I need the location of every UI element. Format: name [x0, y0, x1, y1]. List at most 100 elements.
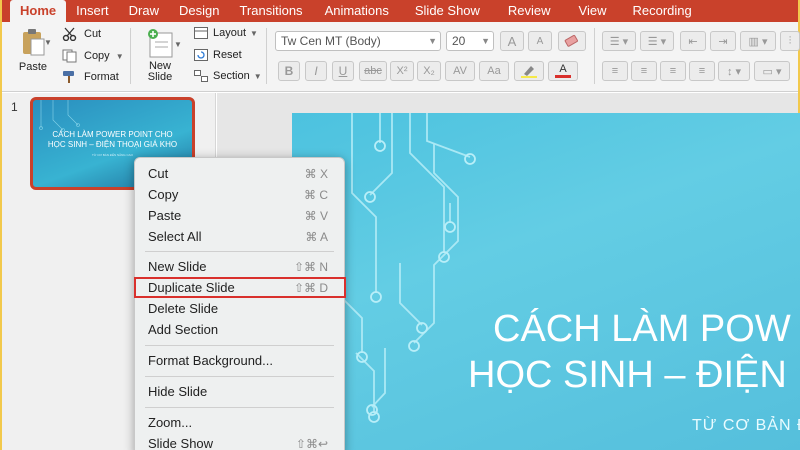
text-direction-icon: ⫶: [788, 34, 792, 47]
paste-button[interactable]: Paste: [12, 28, 54, 73]
new-slide-button[interactable]: New Slide: [140, 28, 180, 83]
paste-dropdown-icon[interactable]: ▼: [44, 38, 52, 47]
italic-button[interactable]: I: [305, 61, 327, 81]
tab-design[interactable]: Design: [169, 0, 229, 22]
tab-review[interactable]: Review: [494, 0, 565, 22]
layout-button[interactable]: Layout ▼: [194, 27, 258, 39]
clear-format-icon: [563, 34, 581, 48]
menu-item-select-all[interactable]: Select All ⌘ A: [135, 227, 344, 247]
menu-item-shortcut: ⇧⌘ N: [293, 260, 328, 274]
chevron-down-icon: ▼: [481, 36, 490, 46]
align-text-icon: ▭ ▾: [762, 65, 782, 78]
tab-transitions[interactable]: Transitions: [229, 0, 312, 22]
menu-item-shortcut: ⇧⌘↩: [295, 437, 328, 450]
tab-draw[interactable]: Draw: [119, 0, 169, 22]
text-direction-button[interactable]: ⫶: [780, 31, 800, 51]
menu-item-zoom[interactable]: Zoom...: [135, 413, 344, 433]
thumbnail-title-line-2: HỌC SINH – ĐIỆN THOẠI GIÁ KHO: [47, 140, 178, 149]
tab-slide-show[interactable]: Slide Show: [401, 0, 494, 22]
font-color-icon: A: [559, 63, 567, 75]
menu-item-copy[interactable]: Copy ⌘ C: [135, 185, 344, 205]
menu-item-hide-slide[interactable]: Hide Slide: [135, 382, 344, 402]
subscript-button[interactable]: X₂: [417, 61, 441, 81]
font-name-select[interactable]: Tw Cen MT (Body) ▼: [275, 31, 441, 51]
justify-icon: ≡: [698, 65, 706, 77]
copy-icon: [62, 49, 78, 63]
columns-icon: ▥ ▾: [748, 35, 768, 48]
menu-item-shortcut: ⌘ C: [304, 188, 328, 202]
change-case-button[interactable]: Aa: [479, 61, 509, 81]
section-label: Section: [213, 70, 250, 82]
tab-recording[interactable]: Recording: [621, 0, 704, 22]
menu-item-delete-slide[interactable]: Delete Slide: [135, 299, 344, 319]
font-size-value: 20: [452, 34, 466, 48]
format-painter-button[interactable]: Format: [62, 70, 119, 84]
menu-item-add-section[interactable]: Add Section: [135, 320, 344, 340]
line-spacing-button[interactable]: ↕ ▾: [718, 61, 750, 81]
slide-title-line-2: HỌC SINH – ĐIỆN: [468, 354, 787, 396]
shrink-font-button[interactable]: A: [528, 31, 552, 51]
grow-font-button[interactable]: A: [500, 31, 524, 51]
bullets-button[interactable]: ☰ ▾: [602, 31, 636, 51]
highlight-button[interactable]: [514, 61, 544, 81]
tab-view[interactable]: View: [565, 0, 621, 22]
underline-button[interactable]: U: [332, 61, 354, 81]
slide-editor[interactable]: CÁCH LÀM POW HỌC SINH – ĐIỆN TỪ CƠ BẢN Đ: [292, 113, 800, 450]
slide-title[interactable]: CÁCH LÀM POW HỌC SINH – ĐIỆN: [468, 306, 791, 398]
menu-item-label: Add Section: [148, 322, 219, 337]
slide-subtitle[interactable]: TỪ CƠ BẢN Đ: [692, 417, 800, 435]
shrink-font-icon: A: [536, 35, 544, 47]
reset-label: Reset: [213, 49, 242, 61]
menu-item-label: Slide Show: [148, 436, 214, 450]
copy-button[interactable]: Copy ▼: [62, 49, 124, 63]
tab-animations[interactable]: Animations: [313, 0, 401, 22]
reset-icon: [194, 49, 208, 61]
menu-item-new-slide[interactable]: New Slide ⇧⌘ N: [135, 257, 344, 277]
justify-button[interactable]: ≡: [689, 61, 715, 81]
menu-separator: [145, 407, 334, 408]
menu-item-label: Select All: [148, 229, 202, 244]
bold-button[interactable]: B: [278, 61, 300, 81]
character-spacing-button[interactable]: AV: [445, 61, 475, 81]
menu-item-shortcut: ⌘ A: [305, 230, 328, 244]
italic-icon: I: [314, 64, 318, 78]
menu-separator: [145, 345, 334, 346]
section-button[interactable]: Section ▼: [194, 70, 262, 82]
font-color-button[interactable]: A: [548, 61, 578, 81]
tab-insert[interactable]: Insert: [66, 0, 119, 22]
align-right-button[interactable]: ≡: [660, 61, 686, 81]
outdent-button[interactable]: ⇤: [680, 31, 706, 51]
columns-button[interactable]: ▥ ▾: [740, 31, 776, 51]
indent-button[interactable]: ⇥: [710, 31, 736, 51]
strikethrough-button[interactable]: abc: [359, 61, 387, 81]
copy-dropdown-icon[interactable]: ▼: [116, 52, 124, 61]
tab-home[interactable]: Home: [10, 0, 67, 22]
font-color-swatch: [555, 75, 571, 78]
align-center-icon: ≡: [640, 65, 648, 77]
menu-item-format-background[interactable]: Format Background...: [135, 351, 344, 371]
align-left-button[interactable]: ≡: [602, 61, 628, 81]
ribbon-divider: [594, 28, 595, 84]
clear-format-button[interactable]: [558, 31, 586, 51]
numbering-button[interactable]: ☰ ▾: [640, 31, 674, 51]
menu-item-cut[interactable]: Cut ⌘ X: [135, 164, 344, 184]
menu-item-paste[interactable]: Paste ⌘ V: [135, 206, 344, 226]
context-menu: Cut ⌘ X Copy ⌘ C Paste ⌘ V Select All ⌘ A Ne…: [134, 157, 345, 450]
subscript-icon: X₂: [423, 65, 435, 77]
align-center-button[interactable]: ≡: [631, 61, 657, 81]
format-label: Format: [84, 71, 119, 83]
superscript-button[interactable]: X²: [390, 61, 414, 81]
cut-icon: [62, 27, 78, 41]
align-text-button[interactable]: ▭ ▾: [754, 61, 790, 81]
cut-button[interactable]: Cut: [62, 27, 101, 41]
chevron-down-icon: ▼: [428, 36, 437, 46]
menu-item-slide-show[interactable]: Slide Show ⇧⌘↩: [135, 434, 344, 450]
bold-icon: B: [284, 64, 294, 78]
thumbnail-title-line-1: CÁCH LÀM POWER POINT CHO: [52, 130, 173, 139]
new-slide-dropdown-icon[interactable]: ▼: [174, 40, 182, 49]
bullets-icon: ☰ ▾: [609, 35, 629, 48]
reset-button[interactable]: Reset: [194, 49, 242, 61]
layout-dropdown-icon: ▼: [250, 28, 258, 38]
font-size-select[interactable]: 20 ▼: [446, 31, 494, 51]
align-right-icon: ≡: [669, 65, 677, 77]
